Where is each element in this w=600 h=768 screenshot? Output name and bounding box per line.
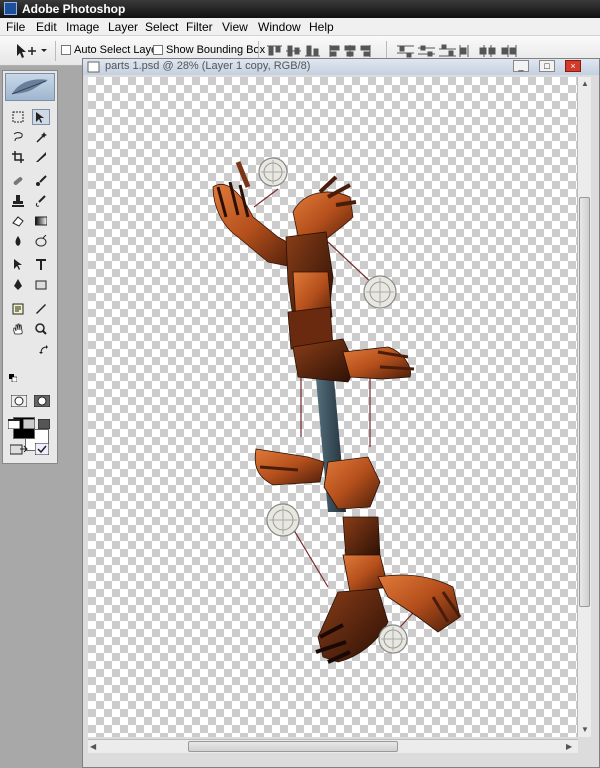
standard-mode-icon[interactable] xyxy=(9,393,29,409)
scroll-down-arrow-icon[interactable]: ▼ xyxy=(581,725,589,734)
marquee-icon[interactable] xyxy=(9,109,27,125)
eraser-icon[interactable] xyxy=(9,213,27,229)
healing-brush-icon[interactable] xyxy=(9,173,27,189)
type-icon[interactable] xyxy=(32,257,50,273)
toolbox-header-feather-icon[interactable] xyxy=(5,73,55,101)
blur-icon[interactable] xyxy=(9,233,27,249)
app-title: Adobe Photoshop xyxy=(22,2,126,16)
hand-icon[interactable] xyxy=(9,321,27,337)
options-separator xyxy=(55,41,56,61)
gradient-icon[interactable] xyxy=(32,213,50,229)
vertical-scrollbar[interactable]: ▲ ▼ xyxy=(577,77,591,737)
vertical-scroll-thumb[interactable] xyxy=(579,197,590,607)
app-titlebar: Adobe Photoshop xyxy=(0,0,600,18)
maximize-button[interactable]: □ xyxy=(539,60,555,72)
show-bounding-box-checkbox[interactable] xyxy=(153,45,163,55)
shape-icon[interactable] xyxy=(32,277,50,293)
notes-icon[interactable] xyxy=(9,301,27,317)
menu-view[interactable]: View xyxy=(222,20,248,34)
magic-wand-icon[interactable] xyxy=(32,129,50,145)
tool-preset-picker[interactable] xyxy=(14,42,48,60)
canvas[interactable] xyxy=(88,77,578,737)
close-button[interactable]: × xyxy=(565,60,581,72)
auto-select-layer-checkbox[interactable] xyxy=(61,45,71,55)
menu-file[interactable]: File xyxy=(6,20,25,34)
quick-mask-mode-icon[interactable] xyxy=(32,393,52,409)
auto-select-layer-label: Auto Select Layer xyxy=(74,44,161,56)
menu-layer[interactable]: Layer xyxy=(108,20,138,34)
clone-stamp-icon[interactable] xyxy=(9,193,27,209)
screen-mode-standard-icon[interactable] xyxy=(7,417,21,433)
crop-icon[interactable] xyxy=(9,149,27,165)
eyedropper-icon[interactable] xyxy=(32,301,50,317)
jump-to-imageready-icon[interactable] xyxy=(9,441,29,457)
zoom-icon[interactable] xyxy=(32,321,50,337)
toolbox xyxy=(2,70,58,464)
menu-help[interactable]: Help xyxy=(309,20,334,34)
show-bounding-box-label: Show Bounding Box xyxy=(166,44,266,56)
default-colors-icon[interactable] xyxy=(9,373,18,383)
menu-image[interactable]: Image xyxy=(66,20,99,34)
path-selection-icon[interactable] xyxy=(9,257,27,273)
swap-colors-icon[interactable] xyxy=(39,345,49,355)
lasso-icon[interactable] xyxy=(9,129,27,145)
artwork-image xyxy=(212,157,462,664)
distribute-buttons[interactable] xyxy=(396,44,521,58)
menu-filter[interactable]: Filter xyxy=(186,20,213,34)
slice-icon[interactable] xyxy=(32,149,50,165)
horizontal-scrollbar[interactable]: ◀ ▶ xyxy=(88,739,578,753)
move-tool-icon xyxy=(17,44,47,58)
photoshop-logo-icon xyxy=(4,2,17,15)
checkmark-icon[interactable] xyxy=(32,441,52,457)
scroll-right-arrow-icon[interactable]: ▶ xyxy=(566,742,572,751)
move-icon[interactable] xyxy=(32,109,50,125)
feather-logo-icon xyxy=(11,79,48,95)
menu-window[interactable]: Window xyxy=(258,20,301,34)
document-title: parts 1.psd @ 28% (Layer 1 copy, RGB/8) xyxy=(105,60,311,72)
history-brush-icon[interactable] xyxy=(32,193,50,209)
menu-select[interactable]: Select xyxy=(145,20,178,34)
document-icon xyxy=(87,61,100,73)
horizontal-scroll-thumb[interactable] xyxy=(188,741,398,752)
align-buttons[interactable] xyxy=(266,44,376,58)
screen-mode-full-menu-icon[interactable] xyxy=(22,417,36,433)
dodge-icon[interactable] xyxy=(32,233,50,249)
menu-bar: File Edit Image Layer Select Filter View… xyxy=(0,18,600,36)
scroll-up-arrow-icon[interactable]: ▲ xyxy=(581,79,589,88)
scroll-left-arrow-icon[interactable]: ◀ xyxy=(90,742,96,751)
document-window: parts 1.psd @ 28% (Layer 1 copy, RGB/8) … xyxy=(82,58,600,768)
pen-icon[interactable] xyxy=(9,277,27,293)
document-titlebar[interactable]: parts 1.psd @ 28% (Layer 1 copy, RGB/8) … xyxy=(83,59,599,75)
screen-mode-full-icon[interactable] xyxy=(37,417,51,433)
minimize-button[interactable]: _ xyxy=(513,60,529,72)
brush-icon[interactable] xyxy=(32,173,50,189)
menu-edit[interactable]: Edit xyxy=(36,20,57,34)
